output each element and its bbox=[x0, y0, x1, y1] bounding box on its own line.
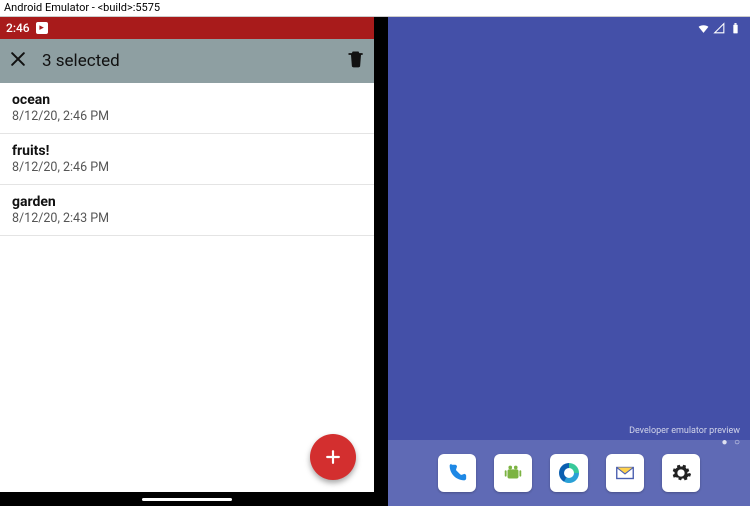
device-hinge bbox=[374, 17, 388, 506]
selection-title: 3 selected bbox=[42, 51, 336, 71]
notes-list[interactable]: ocean 8/12/20, 2:46 PM fruits! 8/12/20, … bbox=[0, 83, 374, 492]
status-time: 2:46 bbox=[6, 21, 30, 35]
settings-app[interactable] bbox=[662, 454, 700, 492]
status-bar-right bbox=[388, 17, 750, 39]
trash-icon bbox=[346, 49, 366, 69]
signal-icon bbox=[713, 22, 726, 35]
app-dock bbox=[388, 440, 750, 506]
mail-icon bbox=[614, 462, 636, 484]
home-wallpaper-area[interactable]: Developer emulator preview ● ○ bbox=[388, 39, 750, 440]
edge-browser-app[interactable] bbox=[550, 454, 588, 492]
delete-button[interactable] bbox=[336, 49, 366, 73]
note-title: ocean bbox=[12, 92, 362, 108]
status-bar-left: 2:46 ▸ bbox=[0, 17, 374, 39]
mail-app[interactable] bbox=[606, 454, 644, 492]
left-screen: 2:46 ▸ 3 selected ocean 8/12/20, 2:46 PM… bbox=[0, 17, 374, 506]
battery-icon bbox=[729, 22, 742, 35]
phone-app[interactable] bbox=[438, 454, 476, 492]
selection-action-bar: 3 selected bbox=[0, 39, 374, 83]
list-item[interactable]: fruits! 8/12/20, 2:46 PM bbox=[0, 134, 374, 185]
close-selection-button[interactable] bbox=[8, 49, 42, 73]
nav-pill-icon bbox=[142, 498, 232, 501]
wifi-icon bbox=[697, 22, 710, 35]
device-frame: 2:46 ▸ 3 selected ocean 8/12/20, 2:46 PM… bbox=[0, 17, 750, 506]
preview-label: Developer emulator preview bbox=[629, 426, 740, 436]
list-item[interactable]: garden 8/12/20, 2:43 PM bbox=[0, 185, 374, 236]
note-subtitle: 8/12/20, 2:46 PM bbox=[12, 109, 362, 124]
add-note-fab[interactable] bbox=[310, 434, 356, 480]
gesture-nav-bar[interactable] bbox=[0, 492, 374, 506]
phone-icon bbox=[446, 462, 468, 484]
debug-icon: ▸ bbox=[36, 22, 48, 34]
edge-icon bbox=[559, 463, 579, 483]
note-title: fruits! bbox=[12, 143, 362, 159]
close-icon bbox=[8, 49, 28, 69]
right-screen: Developer emulator preview ● ○ bbox=[388, 17, 750, 506]
gear-icon bbox=[670, 462, 692, 484]
window-title: Android Emulator - <build>:5575 bbox=[0, 0, 750, 17]
note-title: garden bbox=[12, 194, 362, 210]
android-robot-icon bbox=[502, 462, 524, 484]
note-subtitle: 8/12/20, 2:46 PM bbox=[12, 160, 362, 175]
messages-app[interactable] bbox=[494, 454, 532, 492]
plus-icon bbox=[323, 447, 343, 467]
note-subtitle: 8/12/20, 2:43 PM bbox=[12, 211, 362, 226]
list-item[interactable]: ocean 8/12/20, 2:46 PM bbox=[0, 83, 374, 134]
